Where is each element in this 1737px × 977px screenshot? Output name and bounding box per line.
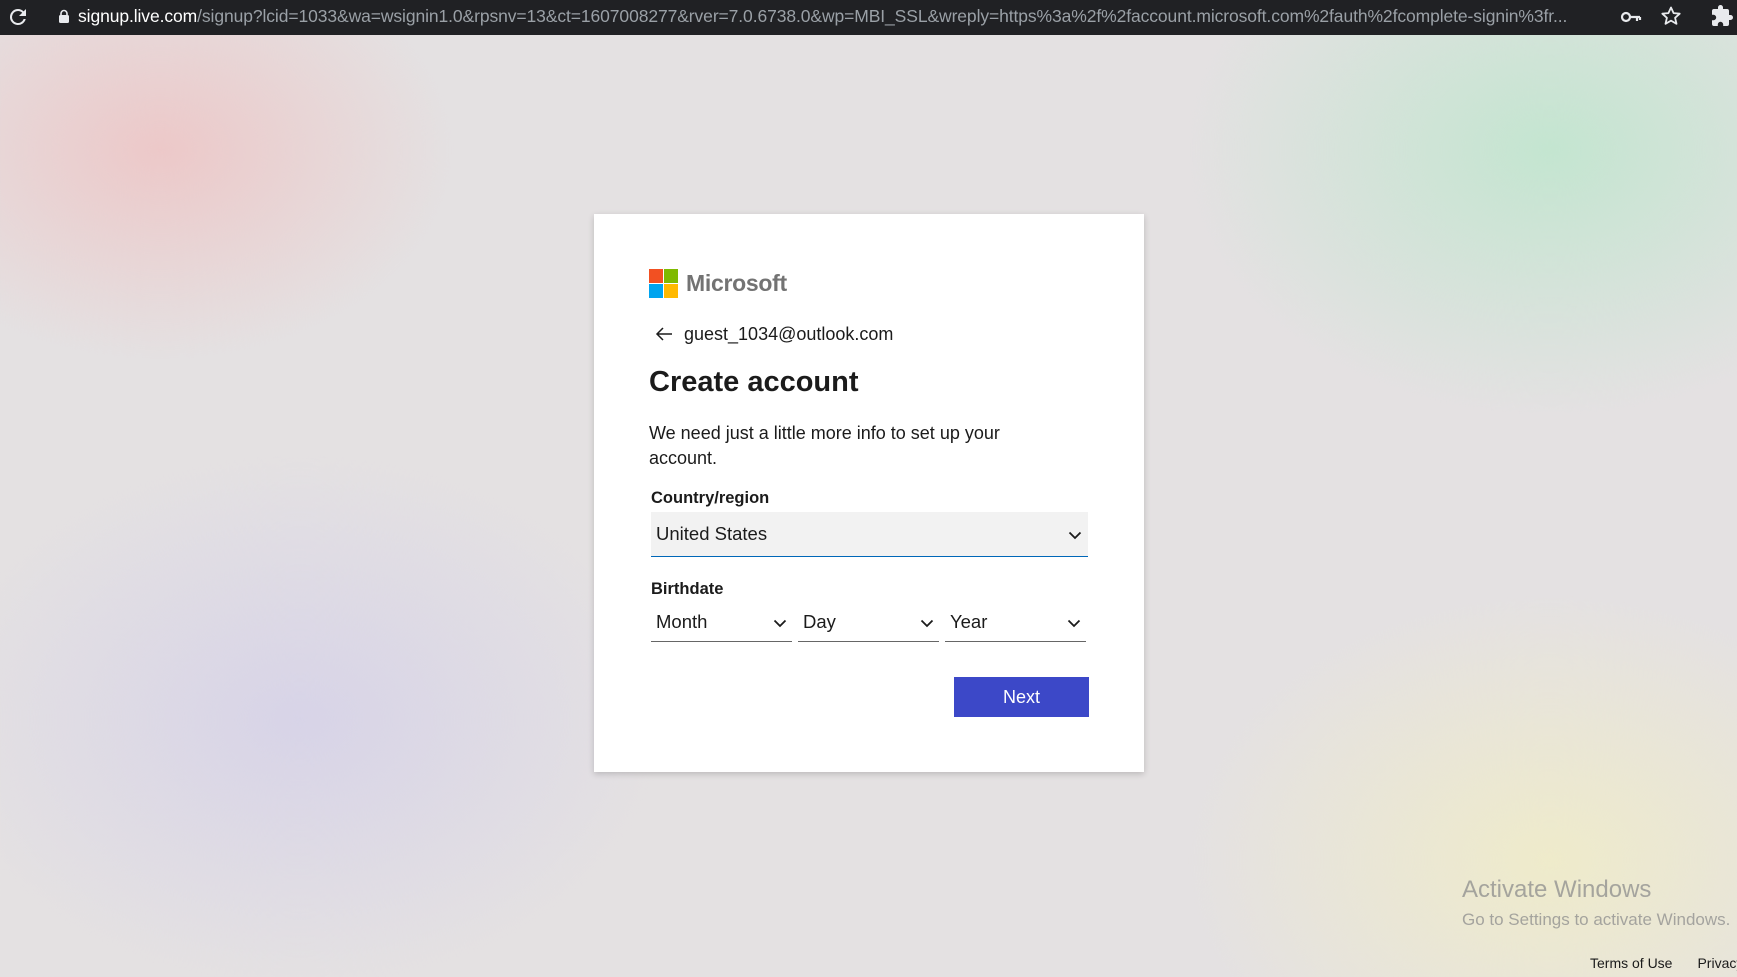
logo-square-blue — [649, 284, 663, 298]
microsoft-logo: Microsoft — [649, 269, 787, 298]
logo-square-green — [664, 269, 678, 283]
birth-month-value: Month — [656, 611, 708, 632]
chevron-down-icon — [1068, 531, 1082, 540]
url-host: signup.live.com — [78, 6, 198, 26]
lock-icon[interactable] — [58, 9, 70, 24]
chevron-down-icon — [1067, 619, 1081, 628]
birthdate-label: Birthdate — [651, 580, 724, 598]
omnibox[interactable]: signup.live.com/signup?lcid=1033&wa=wsig… — [48, 0, 1708, 32]
birth-day-select[interactable]: Day — [798, 604, 939, 642]
signup-card: Microsoft guest_1034@outlook.com Create … — [594, 214, 1144, 772]
extensions-icon[interactable] — [1710, 4, 1734, 28]
logo-square-yellow — [664, 284, 678, 298]
url-text[interactable]: signup.live.com/signup?lcid=1033&wa=wsig… — [78, 6, 1588, 27]
back-arrow-icon[interactable] — [652, 322, 676, 346]
microsoft-logo-icon — [649, 269, 678, 298]
chevron-down-icon — [920, 619, 934, 628]
footer-links: Terms of Use Privacy & cookies — [1590, 955, 1737, 971]
page-description: We need just a little more info to set u… — [649, 423, 1000, 468]
terms-link[interactable]: Terms of Use — [1590, 955, 1672, 971]
star-icon[interactable] — [1659, 4, 1683, 28]
country-label: Country/region — [651, 489, 770, 507]
birth-month-select[interactable]: Month — [651, 604, 792, 642]
browser-address-bar: signup.live.com/signup?lcid=1033&wa=wsig… — [0, 0, 1737, 35]
identity-banner: guest_1034@outlook.com — [652, 322, 893, 346]
country-select[interactable]: United States — [651, 512, 1088, 557]
reload-icon[interactable] — [6, 5, 30, 29]
country-value: United States — [656, 523, 768, 544]
activate-windows-watermark: Activate Windows Go to Settings to activ… — [1462, 876, 1730, 930]
watermark-subtitle: Go to Settings to activate Windows. — [1462, 910, 1731, 929]
chevron-down-icon — [773, 619, 787, 628]
birth-year-value: Year — [950, 611, 988, 632]
url-path: /signup?lcid=1033&wa=wsignin1.0&rpsnv=13… — [197, 6, 1568, 26]
logo-square-red — [649, 269, 663, 283]
watermark-title: Activate Windows — [1462, 876, 1652, 903]
birth-day-value: Day — [803, 611, 836, 632]
privacy-link[interactable]: Privacy & cookies — [1697, 955, 1737, 971]
page-title: Create account — [649, 366, 859, 398]
next-button[interactable]: Next — [954, 677, 1089, 717]
identity-email: guest_1034@outlook.com — [684, 323, 894, 344]
birth-year-select[interactable]: Year — [945, 604, 1086, 642]
key-icon[interactable] — [1620, 7, 1642, 27]
brand-name: Microsoft — [686, 270, 787, 296]
